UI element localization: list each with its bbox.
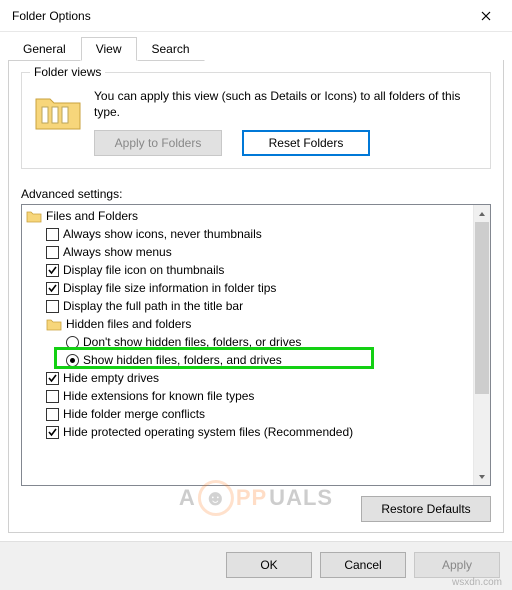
scroll-down-button[interactable] — [474, 468, 490, 485]
advanced-settings-tree[interactable]: Files and Folders Always show icons, neve… — [22, 205, 473, 485]
tree-item[interactable]: Display file icon on thumbnails — [26, 261, 473, 279]
tree-item-label: Hide folder merge conflicts — [63, 407, 205, 421]
restore-defaults-button[interactable]: Restore Defaults — [361, 496, 491, 522]
folder-columns-icon — [34, 89, 82, 131]
apply-to-folders-button: Apply to Folders — [94, 130, 222, 156]
tree-item-label: Display file icon on thumbnails — [63, 263, 224, 277]
tree-item[interactable]: Show hidden files, folders, and drives — [26, 351, 473, 369]
ok-button[interactable]: OK — [226, 552, 312, 578]
tree-item[interactable]: Always show icons, never thumbnails — [26, 225, 473, 243]
checkbox[interactable] — [46, 228, 59, 241]
reset-folders-button[interactable]: Reset Folders — [242, 130, 370, 156]
tree-item[interactable]: Hide protected operating system files (R… — [26, 423, 473, 441]
scroll-thumb[interactable] — [475, 222, 489, 394]
checkbox[interactable] — [46, 426, 59, 439]
tree-item[interactable]: Don't show hidden files, folders, or dri… — [26, 333, 473, 351]
tree-item[interactable]: Always show menus — [26, 243, 473, 261]
window-title: Folder Options — [12, 9, 466, 23]
checkbox[interactable] — [46, 390, 59, 403]
cancel-button[interactable]: Cancel — [320, 552, 406, 578]
close-button[interactable] — [466, 2, 506, 30]
checkbox[interactable] — [46, 408, 59, 421]
radio[interactable] — [66, 354, 79, 367]
checkbox[interactable] — [46, 246, 59, 259]
folder-views-group: Folder views You can apply this view (su… — [21, 72, 491, 169]
tab-search[interactable]: Search — [137, 37, 205, 61]
tree-item[interactable]: Hide extensions for known file types — [26, 387, 473, 405]
tree-item-label: Display file size information in folder … — [63, 281, 276, 295]
checkbox[interactable] — [46, 264, 59, 277]
checkbox[interactable] — [46, 300, 59, 313]
tree-item[interactable]: Hide folder merge conflicts — [26, 405, 473, 423]
tree-item[interactable]: Display the full path in the title bar — [26, 297, 473, 315]
tab-strip: General View Search — [0, 32, 512, 60]
scroll-track[interactable] — [474, 222, 490, 468]
tree-root-label: Files and Folders — [46, 209, 138, 223]
dialog-footer: OK Cancel Apply — [0, 541, 512, 590]
tree-item-label: Always show icons, never thumbnails — [63, 227, 262, 241]
folder-views-body: You can apply this view (such as Details… — [94, 89, 478, 156]
tree-item[interactable]: Hidden files and folders — [26, 315, 473, 333]
folder-views-description: You can apply this view (such as Details… — [94, 89, 478, 120]
tree-item-label: Display the full path in the title bar — [63, 299, 243, 313]
checkbox[interactable] — [46, 372, 59, 385]
vertical-scrollbar[interactable] — [473, 205, 490, 485]
tree-item-label: Always show menus — [63, 245, 172, 259]
folder-options-window: Folder Options General View Search Folde… — [0, 0, 512, 590]
advanced-settings-box: Files and Folders Always show icons, neve… — [21, 204, 491, 486]
tree-item-label: Hide empty drives — [63, 371, 159, 385]
tab-view[interactable]: View — [81, 37, 137, 61]
apply-button: Apply — [414, 552, 500, 578]
scroll-up-button[interactable] — [474, 205, 490, 222]
folder-views-legend: Folder views — [30, 65, 105, 79]
tree-item-label: Hide protected operating system files (R… — [63, 425, 353, 439]
radio[interactable] — [66, 336, 79, 349]
view-tab-panel: Folder views You can apply this view (su… — [8, 60, 504, 533]
tab-general[interactable]: General — [8, 37, 81, 61]
tree-item[interactable]: Hide empty drives — [26, 369, 473, 387]
tree-item-label: Show hidden files, folders, and drives — [83, 353, 282, 367]
advanced-settings-label: Advanced settings: — [21, 187, 491, 201]
tree-item-label: Don't show hidden files, folders, or dri… — [83, 335, 301, 349]
tree-item-label: Hidden files and folders — [66, 317, 191, 331]
tree-item[interactable]: Display file size information in folder … — [26, 279, 473, 297]
titlebar: Folder Options — [0, 0, 512, 32]
close-icon — [481, 11, 491, 21]
checkbox[interactable] — [46, 282, 59, 295]
source-label: wsxdn.com — [452, 577, 502, 588]
tree-item-label: Hide extensions for known file types — [63, 389, 254, 403]
tree-root-folder: Files and Folders — [26, 207, 473, 225]
